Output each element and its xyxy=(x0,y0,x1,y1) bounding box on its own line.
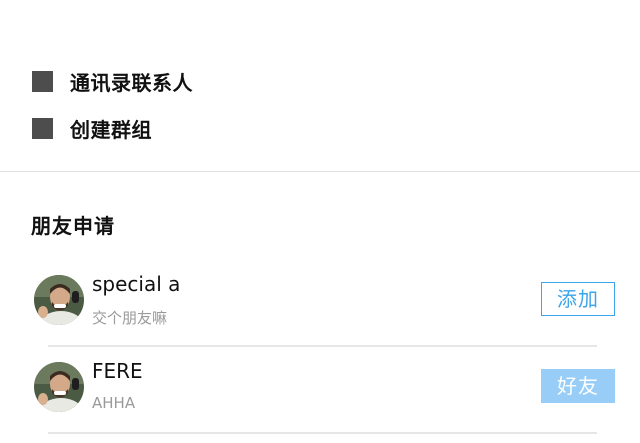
row-divider xyxy=(48,345,597,347)
friend-request-item[interactable]: special a 交个朋友嘛 添加 xyxy=(0,262,640,348)
friend-request-item[interactable]: FERE AHHA 好友 xyxy=(0,349,640,435)
menu-item-label: 创建群组 xyxy=(70,117,152,142)
row-divider xyxy=(48,432,597,434)
avatar xyxy=(34,275,84,325)
create-group-icon xyxy=(32,117,53,139)
requester-name: special a xyxy=(92,272,181,296)
menu-item-contacts[interactable]: 通讯录联系人 xyxy=(32,69,193,95)
menu-item-label: 通讯录联系人 xyxy=(70,70,193,95)
friend-requests-title: 朋友申请 xyxy=(31,214,115,238)
friend-status-button[interactable]: 好友 xyxy=(541,369,615,403)
request-message: AHHA xyxy=(92,394,136,412)
add-friend-button[interactable]: 添加 xyxy=(541,282,615,316)
section-divider xyxy=(0,171,640,172)
requester-name: FERE xyxy=(92,359,143,383)
menu-item-create-group[interactable]: 创建群组 xyxy=(32,116,152,142)
avatar xyxy=(34,362,84,412)
request-message: 交个朋友嘛 xyxy=(92,309,168,327)
contacts-icon xyxy=(32,70,53,92)
